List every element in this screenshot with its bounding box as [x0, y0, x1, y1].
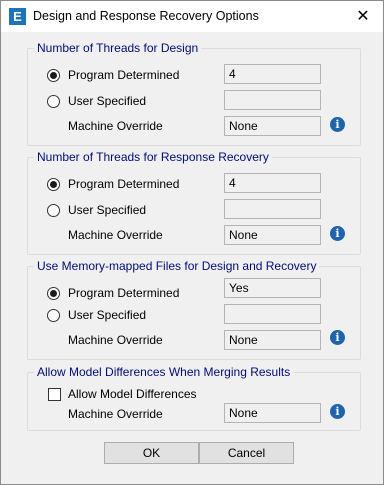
- user-value-field[interactable]: [224, 90, 321, 110]
- cancel-button[interactable]: Cancel: [199, 442, 294, 464]
- user-value-field[interactable]: [224, 304, 321, 324]
- machine-override-field: None: [224, 403, 321, 423]
- radio-program-determined[interactable]: [47, 178, 60, 191]
- option-label: User Specified: [68, 94, 147, 108]
- machine-override-label: Machine Override: [68, 119, 163, 133]
- machine-override-label: Machine Override: [68, 407, 163, 421]
- radio-program-determined[interactable]: [47, 69, 60, 82]
- program-value-field: 4: [224, 173, 321, 193]
- machine-override-field: None: [224, 330, 321, 350]
- allow-model-differences-checkbox[interactable]: [48, 388, 61, 401]
- group-memory-mapped-files: Use Memory-mapped Files for Design and R…: [27, 259, 361, 360]
- program-value-field: 4: [224, 64, 321, 84]
- radio-program-determined[interactable]: [47, 287, 60, 300]
- radio-user-specified[interactable]: [47, 309, 60, 322]
- info-icon[interactable]: i: [330, 404, 345, 419]
- group-title: Allow Model Differences When Merging Res…: [34, 365, 294, 379]
- machine-override-label: Machine Override: [68, 333, 163, 347]
- group-title: Use Memory-mapped Files for Design and R…: [34, 259, 320, 273]
- program-value-field: Yes: [224, 278, 321, 298]
- dialog-window: E Design and Response Recovery Options ✕…: [0, 0, 384, 485]
- info-icon[interactable]: i: [330, 226, 345, 241]
- machine-override-field: None: [224, 116, 321, 136]
- option-label: Program Determined: [68, 68, 180, 82]
- ok-button[interactable]: OK: [104, 442, 199, 464]
- group-response-recovery-threads: Number of Threads for Response Recovery …: [27, 150, 361, 255]
- title-bar: E Design and Response Recovery Options ✕: [1, 1, 383, 32]
- machine-override-field: None: [224, 225, 321, 245]
- window-title: Design and Response Recovery Options: [33, 9, 259, 23]
- option-label: User Specified: [68, 203, 147, 217]
- user-value-field[interactable]: [224, 199, 321, 219]
- option-label: Program Determined: [68, 286, 180, 300]
- checkbox-label: Allow Model Differences: [68, 387, 197, 401]
- radio-user-specified[interactable]: [47, 95, 60, 108]
- info-icon[interactable]: i: [330, 330, 345, 345]
- group-title: Number of Threads for Design: [34, 41, 202, 55]
- group-model-differences: Allow Model Differences When Merging Res…: [27, 365, 361, 431]
- option-label: Program Determined: [68, 177, 180, 191]
- app-icon: E: [9, 8, 26, 25]
- radio-user-specified[interactable]: [47, 204, 60, 217]
- machine-override-label: Machine Override: [68, 228, 163, 242]
- option-label: User Specified: [68, 308, 147, 322]
- info-icon[interactable]: i: [330, 117, 345, 132]
- group-design-threads: Number of Threads for Design Program Det…: [27, 41, 361, 146]
- group-title: Number of Threads for Response Recovery: [34, 150, 272, 164]
- close-button[interactable]: ✕: [343, 1, 383, 32]
